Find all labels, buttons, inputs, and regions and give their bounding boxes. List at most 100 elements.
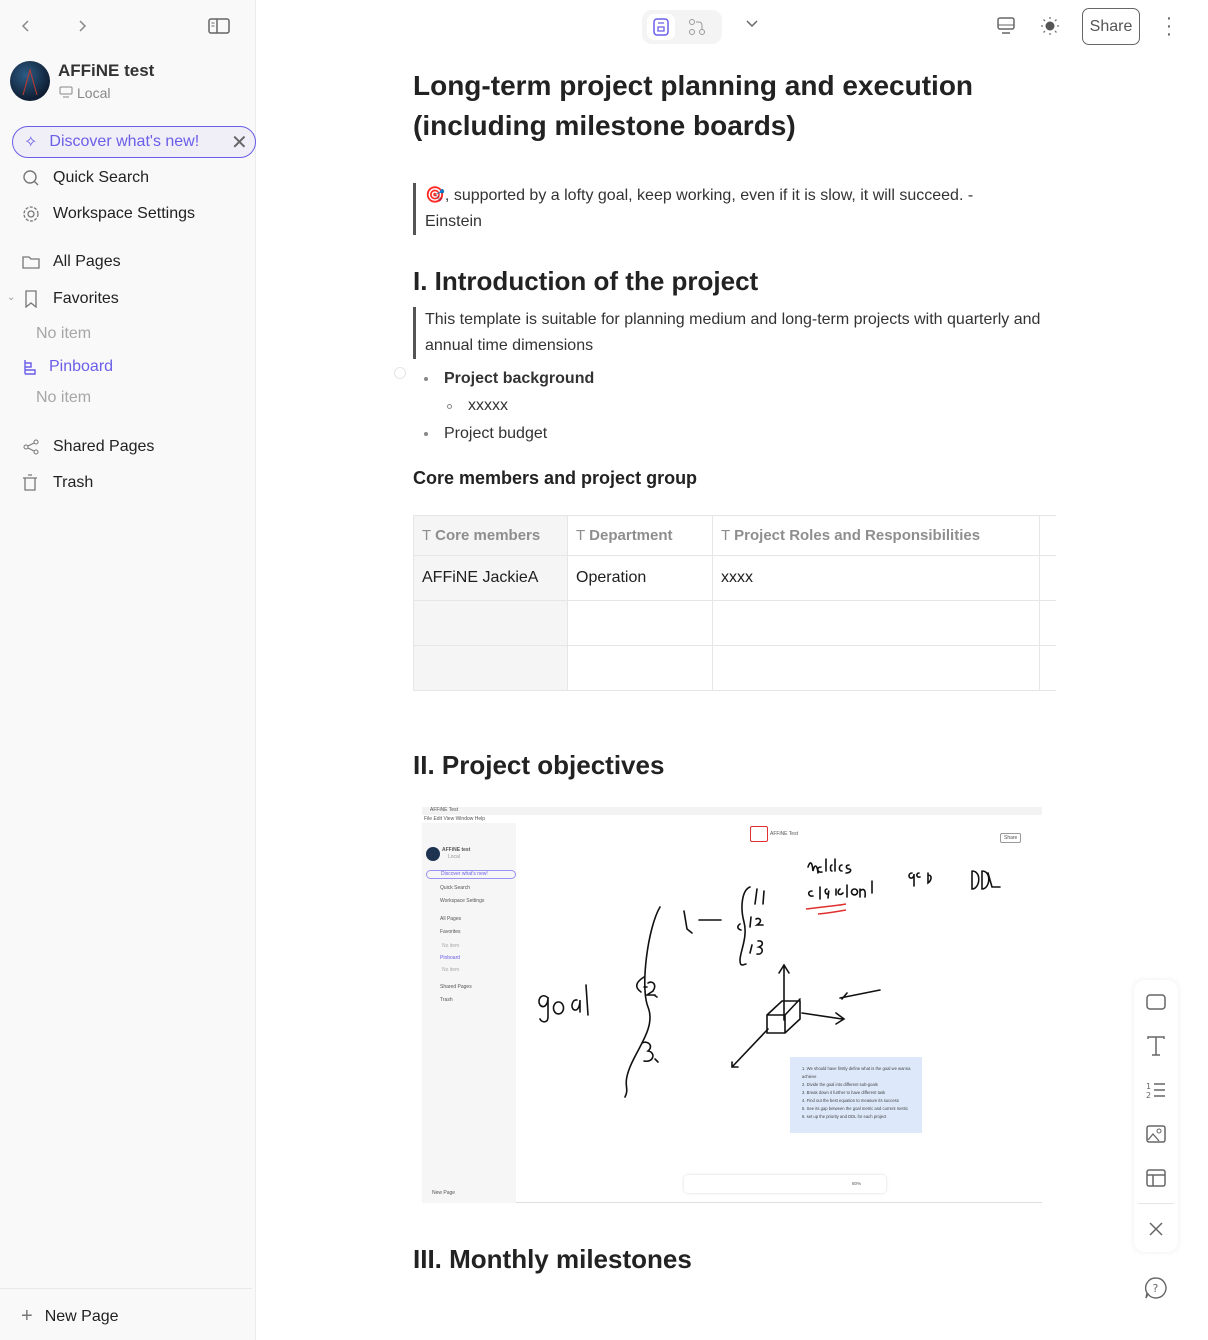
quote-block[interactable]: 🎯, supported by a lofty goal, keep worki… [413,183,1033,235]
embedded-note: 1. We should have firstly define what is… [790,1057,922,1133]
sidebar-item-pinboard[interactable]: Pinboard [21,357,113,377]
list-item-text: Project background [444,370,595,387]
table-cell[interactable] [567,645,713,691]
heading-core-members[interactable]: Core members and project group [413,468,697,489]
help-icon[interactable]: ? [1144,1277,1167,1304]
sidebar-item-label: Favorites [53,290,119,307]
table-cell[interactable]: xxxx [712,555,1040,601]
sidebar-toggle-icon[interactable] [207,16,231,36]
column-header[interactable]: T Core members [413,515,568,556]
sidebar-item-label: Pinboard [49,358,114,375]
back-icon[interactable] [18,16,34,36]
desktop-icon[interactable] [997,17,1015,40]
avatar[interactable] [10,61,50,101]
embedded-screenshot-image[interactable]: AFFiNE Test File Edit View Window Help A… [422,807,1042,1203]
bullet-icon [424,377,428,381]
sidebar-item-label: Trash [53,474,94,491]
image-icon[interactable] [1134,1112,1178,1156]
new-page-label: New Page [44,1307,119,1325]
share-icon [21,437,41,457]
column-header[interactable]: T Department [567,515,713,556]
new-page-button[interactable]: + New Page [21,1305,119,1328]
sidebar-item-label: Quick Search [53,169,150,186]
chevron-down-icon[interactable]: ⌄ [7,292,15,303]
text-type-icon: T [422,527,432,544]
block-toolbar: 12 [1134,980,1178,1252]
sidebar-item-trash[interactable]: Trash [21,473,93,493]
share-button[interactable]: Share [1082,8,1140,45]
table-cell[interactable] [413,645,568,691]
page-title[interactable]: Long-term project planning and execution… [413,66,1053,146]
divider [0,1288,252,1289]
mode-switch [642,10,722,44]
bookmark-icon [21,289,41,309]
close-icon[interactable]: ✕ [231,130,248,155]
list-item-text: xxxxx [468,397,508,414]
trash-icon [21,473,41,493]
search-icon [21,168,41,188]
heading-objectives[interactable]: II. Project objectives [413,750,664,781]
layout-icon[interactable] [1134,1156,1178,1200]
workspace-type: Local [77,85,111,101]
embedded-toolbar: 80% [684,1175,886,1193]
sidebar-item-label: Shared Pages [53,438,155,455]
table-cell[interactable] [413,600,568,646]
svg-text:1: 1 [1146,1082,1151,1091]
list-item[interactable]: Project budget [424,425,547,443]
divider [1138,1203,1174,1204]
rectangle-icon[interactable] [1134,980,1178,1024]
svg-text:2: 2 [1146,1091,1151,1099]
more-menu-icon[interactable]: · · · [1164,8,1174,44]
sidebar-item-workspace-settings[interactable]: Workspace Settings [21,204,195,224]
workspace-name[interactable]: AFFiNE test [58,61,154,81]
sidebar-item-quick-search[interactable]: Quick Search [21,168,149,188]
edgeless-mode-icon[interactable] [688,18,706,41]
forward-icon[interactable] [74,16,90,36]
theme-sun-icon[interactable] [1040,16,1060,41]
bullet-icon [424,432,428,436]
column-header[interactable]: T Project Roles and Responsibilities [712,515,1040,556]
bullet-icon [447,403,452,409]
numbered-list-icon[interactable]: 12 [1134,1068,1178,1112]
sidebar-item-label: All Pages [53,253,121,270]
discover-banner[interactable]: ✧ Discover what's new! ✕ [12,126,256,158]
sidebar: AFFiNE test Local ✧ Discover what's new!… [0,0,256,1340]
heading-milestones[interactable]: III. Monthly milestones [413,1244,692,1275]
table-row [413,645,1056,691]
table-cell[interactable] [712,645,1040,691]
svg-text:?: ? [1153,1282,1159,1295]
target-emoji: 🎯 [425,187,445,204]
table-cell[interactable]: AFFiNE JackieA [413,555,568,601]
table-row [413,600,1056,646]
pinboard-icon [21,357,41,377]
sidebar-item-shared-pages[interactable]: Shared Pages [21,437,154,457]
table-cell[interactable] [567,600,713,646]
page-mode-icon[interactable] [647,14,675,40]
close-icon[interactable] [1134,1207,1178,1251]
text-type-icon: T [576,527,586,544]
table-cell[interactable]: Operation [567,555,713,601]
main: Share · · · Long-term project planning and… [257,0,1208,1340]
list-item[interactable]: Project background [424,370,594,388]
pinboard-empty: No item [36,389,92,406]
members-table: T Core members T Department T Project Roles… [413,515,1056,691]
table-row: AFFiNE JackieA Operation xxxx [413,555,1056,601]
text-icon[interactable] [1134,1024,1178,1068]
sidebar-item-favorites[interactable]: Favorites [21,289,119,309]
chevron-down-icon[interactable] [745,16,759,34]
quote-text: , supported by a lofty goal, keep workin… [425,187,974,230]
sparkle-icon: ✧ [24,134,38,151]
sidebar-item-all-pages[interactable]: All Pages [21,252,121,272]
folder-icon [21,252,41,272]
table-cell[interactable] [712,600,1040,646]
handwriting-drawing [538,858,1001,1098]
plus-icon: + [21,1305,33,1327]
drag-handle[interactable] [394,367,406,379]
quote-block[interactable]: This template is suitable for planning m… [413,307,1043,359]
text-type-icon: T [721,527,731,544]
sidebar-item-label: Workspace Settings [53,205,195,222]
heading-introduction[interactable]: I. Introduction of the project [413,266,758,297]
list-item[interactable]: xxxxx [447,397,508,415]
favorites-empty: No item [36,325,92,342]
discover-label: Discover what's new! [49,133,200,150]
